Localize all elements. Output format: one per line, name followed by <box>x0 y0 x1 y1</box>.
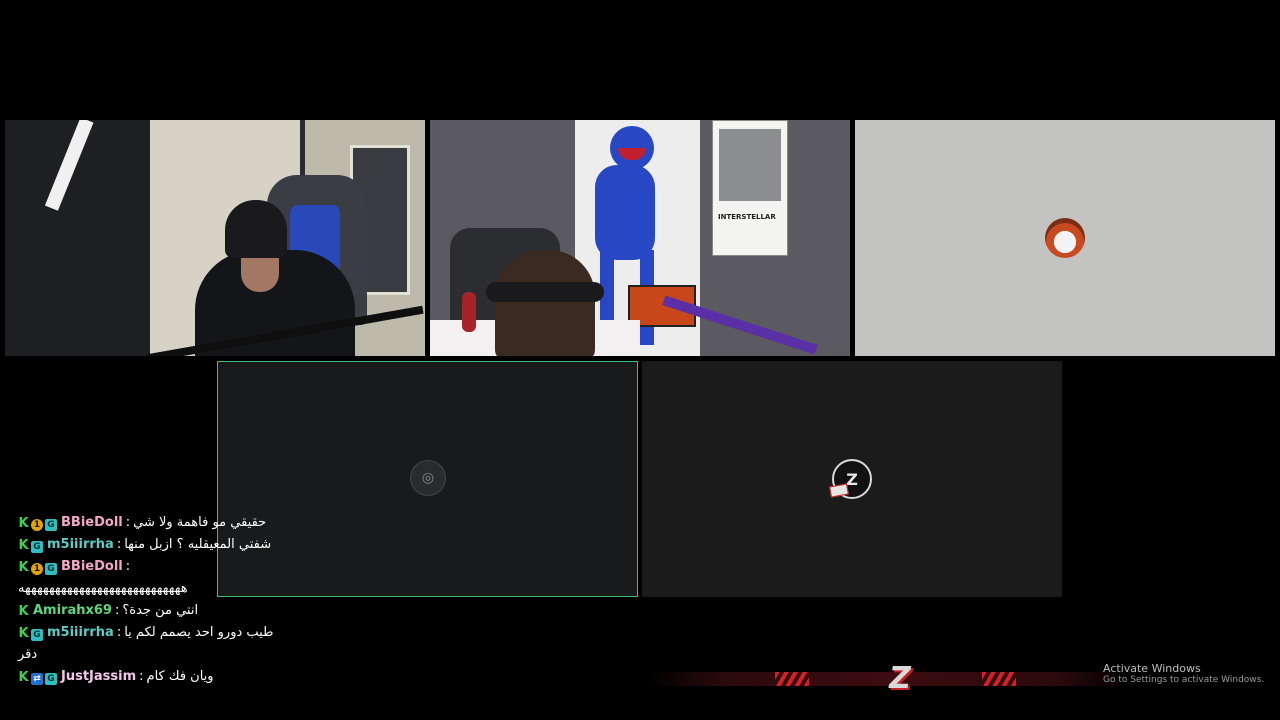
video-tile-webcam-2[interactable]: INTERSTELLAR <box>430 120 850 356</box>
sub-badge-icon: 1 <box>31 519 43 531</box>
streamer-head <box>495 250 595 356</box>
windows-activation-watermark: Activate Windows Go to Settings to activ… <box>1103 662 1264 685</box>
chat-username[interactable]: Amirahx69 <box>33 603 112 618</box>
chat-username[interactable]: m5iiirrha <box>47 625 114 640</box>
kick-icon: K <box>18 560 29 575</box>
kick-icon: K <box>18 538 29 553</box>
cap <box>225 200 287 258</box>
avatar <box>1045 218 1085 258</box>
gift-badge-icon: G <box>31 629 43 641</box>
chat-text: ويان فك كام <box>146 669 214 684</box>
chat-username[interactable]: JustJassim <box>61 669 136 684</box>
chat-separator: : <box>116 537 122 552</box>
chat-text: حقيقي مو فاهمة ولا شي <box>133 515 267 530</box>
kick-icon: K <box>18 516 29 531</box>
watermark-title: Activate Windows <box>1103 662 1201 675</box>
streamer-face <box>241 252 279 292</box>
red-stripes-icon <box>982 672 1016 686</box>
poster-image <box>719 129 781 201</box>
plush-toy-body <box>595 165 655 260</box>
chat-message: K Gm5iiirrha: شفتي المعيقليه ؟ ازبل منها <box>18 534 288 556</box>
chat-username[interactable]: m5iiirrha <box>47 537 114 552</box>
headset-ear-cup <box>462 292 476 332</box>
kick-icon: K <box>18 604 29 619</box>
chat-separator: : <box>114 603 120 618</box>
gift-badge-icon: G <box>45 563 57 575</box>
red-stripes-icon <box>775 672 809 686</box>
poster-title: INTERSTELLAR <box>718 213 776 221</box>
chat-separator: : <box>139 669 144 684</box>
chat-text: شفتي المعيقليه ؟ ازبل منها <box>124 537 272 552</box>
chat-text: انتي من جدة؟ <box>122 603 199 618</box>
chat-text: هههههههههههههههههههههههههههه <box>18 581 188 596</box>
chat-message: K Gm5iiirrha: طيب دورو احد يصمم لكم يا دقر <box>18 622 288 666</box>
sub-badge-icon: 1 <box>31 563 43 575</box>
poster: INTERSTELLAR <box>712 120 788 256</box>
gift-badge-icon: G <box>45 673 57 685</box>
participant-tile-5[interactable]: Z <box>642 361 1062 597</box>
chat-separator: : <box>125 559 131 574</box>
chat-overlay: K 1 G BBieDoll: حقيقي مو فاهمة ولا شي K Gm5ii… <box>18 512 288 688</box>
gift-badge-icon: G <box>45 519 57 531</box>
logo-icon: ◎ <box>421 470 435 486</box>
gift-badge-icon: G <box>31 541 43 553</box>
chat-separator: : <box>125 515 131 530</box>
chat-text-continued: دقر <box>18 647 38 662</box>
boost-badge-icon: ⇄ <box>31 673 43 685</box>
chat-message: K 1 G BBieDoll: ههههههههههههههههههههههههههه… <box>18 556 288 600</box>
chat-username[interactable]: BBieDoll <box>61 559 123 574</box>
headset <box>486 282 604 302</box>
chat-message: K Amirahx69: انتي من جدة؟ <box>18 600 288 622</box>
avatar: ◎ <box>410 460 446 496</box>
chat-username[interactable]: BBieDoll <box>61 515 123 530</box>
brand-logo-icon: Z <box>846 469 858 489</box>
chat-separator: : <box>116 625 122 640</box>
kick-icon: K <box>18 626 29 641</box>
kick-icon: K <box>18 670 29 685</box>
chat-message: K 1 G BBieDoll: حقيقي مو فاهمة ولا شي <box>18 512 288 534</box>
watermark-subtitle: Go to Settings to activate Windows. <box>1103 675 1265 685</box>
brand-logo: Z <box>889 660 911 696</box>
participant-tile-3[interactable] <box>855 120 1275 356</box>
video-tile-webcam-1[interactable] <box>5 120 425 356</box>
chat-text: طيب دورو احد يصمم لكم يا <box>124 625 274 640</box>
chat-message: K ⇄ G JustJassim: ويان فك كام <box>18 666 288 688</box>
